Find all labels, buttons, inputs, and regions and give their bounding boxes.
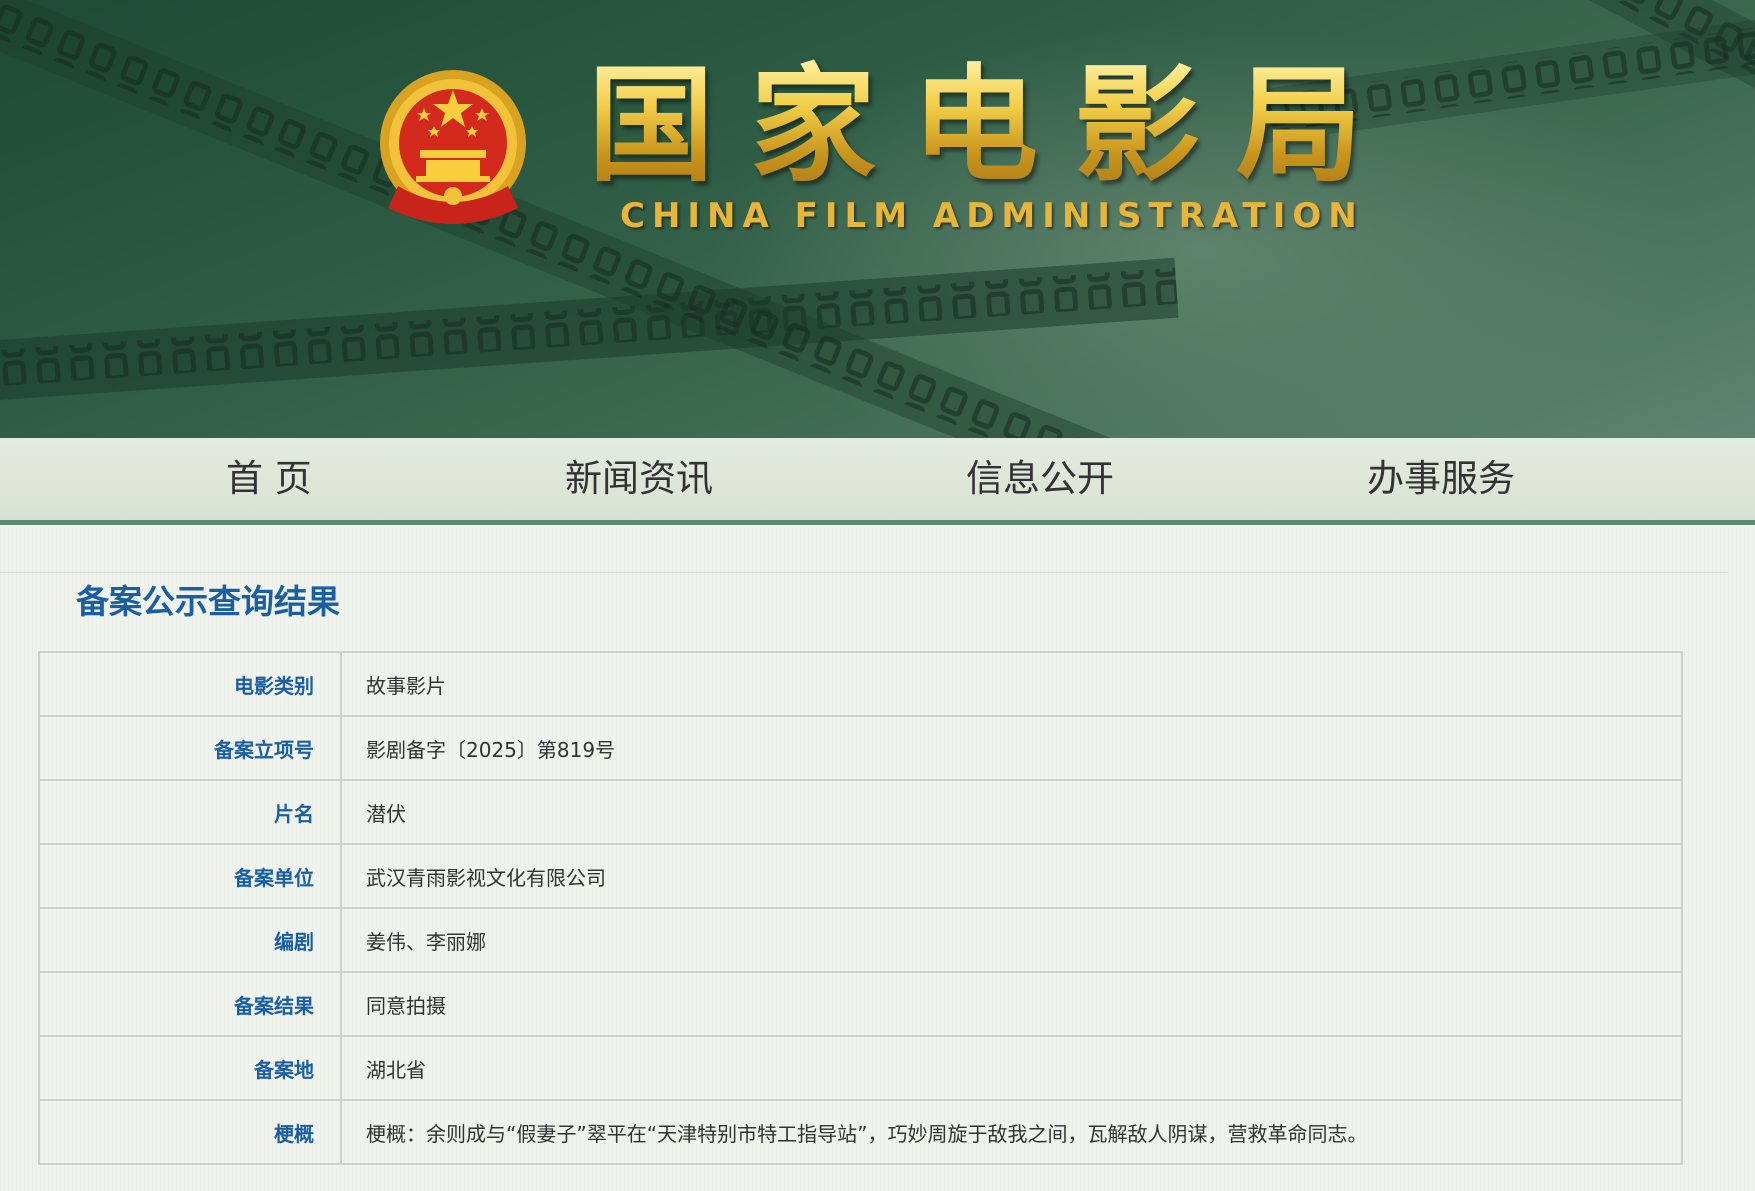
table-row: 片名 潜伏 [38,779,1683,845]
table-row: 备案立项号 影剧备字〔2025〕第819号 [38,715,1683,781]
row-value: 故事影片 [340,651,1683,717]
site-title-char: 电 [912,52,1038,199]
row-label: 备案结果 [38,971,342,1037]
row-label: 片名 [38,779,342,845]
row-value: 湖北省 [340,1035,1683,1101]
table-row: 备案结果 同意拍摄 [38,971,1683,1037]
row-label: 备案地 [38,1035,342,1101]
table-row: 备案地 湖北省 [38,1035,1683,1101]
row-value: 同意拍摄 [340,971,1683,1037]
table-row: 编剧 姜伟、李丽娜 [38,907,1683,973]
row-value: 梗概：余则成与“假妻子”翠平在“天津特别市特工指导站”，巧妙周旋于敌我之间，瓦解… [340,1099,1683,1165]
row-label: 梗概 [38,1099,342,1165]
table-row: 梗概 梗概：余则成与“假妻子”翠平在“天津特别市特工指导站”，巧妙周旋于敌我之间… [38,1099,1683,1165]
nav-item-news[interactable]: 新闻资讯 [565,438,713,520]
row-label: 电影类别 [38,651,342,717]
site-banner: 国 家 电 影 局 CHINA FILM ADMINISTRATION [0,0,1755,438]
site-title-char: 影 [1074,52,1200,199]
row-value: 姜伟、李丽娜 [340,907,1683,973]
result-table: 电影类别 故事影片 备案立项号 影剧备字〔2025〕第819号 片名 潜伏 备案… [38,651,1683,1165]
main-content: 备案公示查询结果 电影类别 故事影片 备案立项号 影剧备字〔2025〕第819号… [0,525,1755,1191]
site-title-char: 局 [1236,52,1362,199]
site-title-cn: 国 家 电 影 局 [588,56,1362,196]
table-row: 备案单位 武汉青雨影视文化有限公司 [38,843,1683,909]
site-title-en: CHINA FILM ADMINISTRATION [620,196,1364,236]
row-label: 备案立项号 [38,715,342,781]
table-row: 电影类别 故事影片 [38,651,1683,717]
row-label: 编剧 [38,907,342,973]
row-value: 影剧备字〔2025〕第819号 [340,715,1683,781]
page-title: 备案公示查询结果 [76,582,340,621]
main-nav: 首 页 新闻资讯 信息公开 办事服务 [0,438,1755,525]
national-emblem-icon [380,70,526,224]
row-value: 潜伏 [340,779,1683,845]
row-value: 武汉青雨影视文化有限公司 [340,843,1683,909]
site-title-char: 国 [588,52,714,199]
row-label: 备案单位 [38,843,342,909]
nav-item-info[interactable]: 信息公开 [966,438,1114,520]
nav-item-services[interactable]: 办事服务 [1367,438,1515,520]
site-title-char: 家 [750,52,876,199]
nav-item-home[interactable]: 首 页 [226,438,312,520]
divider [0,572,1728,573]
